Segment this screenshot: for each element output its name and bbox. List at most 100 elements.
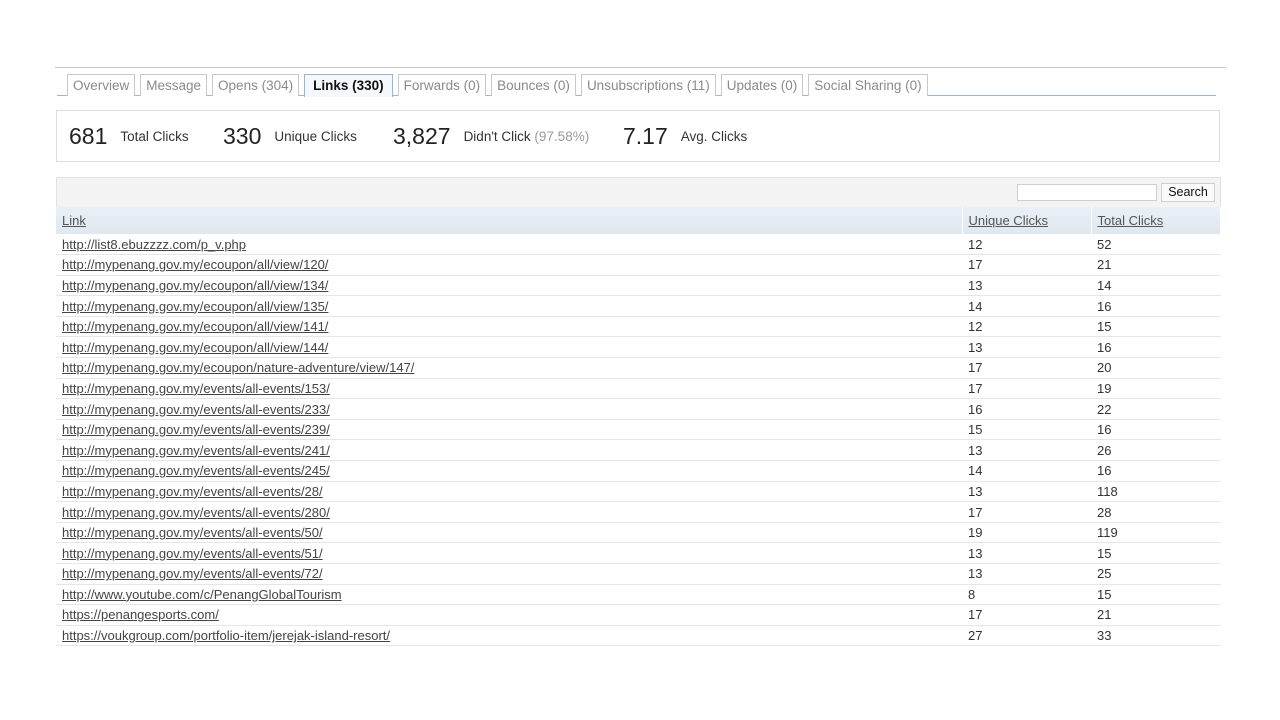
table-row: http://mypenang.gov.my/events/all-events… [56, 440, 1221, 461]
unique-clicks-cell: 17 [968, 380, 983, 396]
unique-clicks-cell: 17 [968, 257, 983, 273]
column-header-unique-clicks[interactable]: Unique Clicks [962, 207, 1092, 234]
table-row: http://mypenang.gov.my/events/all-events… [56, 461, 1221, 482]
link-url[interactable]: http://mypenang.gov.my/events/all-events… [62, 566, 323, 581]
table-row: http://mypenang.gov.my/events/all-events… [56, 502, 1221, 523]
table-row: http://mypenang.gov.my/events/all-events… [56, 378, 1221, 399]
unique-clicks-cell: 17 [968, 504, 983, 520]
sort-link-column[interactable]: Link [62, 213, 86, 228]
link-url[interactable]: http://mypenang.gov.my/ecoupon/all/view/… [62, 299, 328, 314]
link-cell: http://mypenang.gov.my/ecoupon/all/view/… [56, 255, 962, 276]
column-header-total-clicks[interactable]: Total Clicks [1091, 207, 1221, 234]
link-cell: http://mypenang.gov.my/events/all-events… [56, 399, 962, 420]
stat-value: 7.17 [623, 122, 668, 149]
link-url[interactable]: https://penangesports.com/ [62, 607, 219, 622]
link-url[interactable]: https://voukgroup.com/portfolio-item/jer… [62, 628, 390, 643]
unique-clicks-cell: 13 [968, 566, 983, 582]
total-clicks-cell: 21 [1097, 257, 1112, 273]
stat-percent: (97.58%) [534, 128, 590, 144]
unique-clicks-cell: 13 [968, 483, 983, 499]
unique-clicks-cell: 19 [968, 525, 983, 541]
table-row: http://www.youtube.com/c/PenangGlobalTou… [56, 584, 1221, 605]
unique-clicks-cell: 17 [968, 607, 983, 623]
link-url[interactable]: http://mypenang.gov.my/events/all-events… [62, 546, 323, 561]
column-header-link[interactable]: Link [56, 207, 963, 234]
link-url[interactable]: http://mypenang.gov.my/events/all-events… [62, 484, 323, 499]
table-row: http://mypenang.gov.my/ecoupon/nature-ad… [56, 358, 1221, 379]
link-url[interactable]: http://mypenang.gov.my/ecoupon/all/view/… [62, 257, 328, 272]
search-button[interactable]: Search [1161, 183, 1215, 202]
stat-label: Unique Clicks [274, 128, 357, 144]
link-url[interactable]: http://mypenang.gov.my/ecoupon/nature-ad… [62, 360, 414, 375]
stat-total-clicks: 681 Total Clicks [69, 111, 189, 161]
sort-unique-clicks[interactable]: Unique Clicks [969, 213, 1048, 228]
link-cell: http://mypenang.gov.my/events/all-events… [56, 564, 962, 585]
table-row: http://mypenang.gov.my/ecoupon/all/view/… [56, 296, 1221, 317]
unique-clicks-cell: 27 [968, 628, 983, 644]
link-cell: http://mypenang.gov.my/ecoupon/all/view/… [56, 296, 962, 317]
table-row: http://mypenang.gov.my/ecoupon/all/view/… [56, 337, 1221, 358]
search-bar: Search [56, 177, 1221, 207]
link-url[interactable]: http://mypenang.gov.my/events/all-events… [62, 402, 330, 417]
total-clicks-cell: 26 [1097, 442, 1112, 458]
table-row: http://mypenang.gov.my/ecoupon/all/view/… [56, 255, 1221, 276]
tab-links[interactable]: Links (330) [304, 74, 393, 97]
stats-summary: 681 Total Clicks 330 Unique Clicks 3,827… [56, 110, 1220, 162]
sort-total-clicks[interactable]: Total Clicks [1098, 213, 1164, 228]
total-clicks-cell: 14 [1097, 277, 1112, 293]
table-row: http://mypenang.gov.my/events/all-events… [56, 543, 1221, 564]
table-row: https://voukgroup.com/portfolio-item/jer… [56, 625, 1221, 646]
link-cell: http://www.youtube.com/c/PenangGlobalTou… [56, 584, 962, 605]
tab-social-sharing[interactable]: Social Sharing (0) [808, 74, 928, 96]
top-divider [55, 67, 1226, 68]
total-clicks-cell: 16 [1097, 298, 1112, 314]
unique-clicks-cell: 13 [968, 442, 983, 458]
link-url[interactable]: http://www.youtube.com/c/PenangGlobalTou… [62, 587, 342, 602]
link-url[interactable]: http://mypenang.gov.my/events/all-events… [62, 463, 330, 478]
total-clicks-cell: 15 [1097, 319, 1112, 335]
tab-opens[interactable]: Opens (304) [212, 74, 300, 96]
links-table: Link Unique Clicks Total Clicks http://l… [56, 207, 1221, 646]
unique-clicks-cell: 14 [968, 298, 983, 314]
link-url[interactable]: http://list8.ebuzzzz.com/p_v.php [62, 237, 246, 252]
table-row: http://mypenang.gov.my/events/all-events… [56, 564, 1221, 585]
tab-forwards[interactable]: Forwards (0) [397, 74, 487, 96]
link-cell: http://mypenang.gov.my/events/all-events… [56, 481, 962, 502]
unique-clicks-cell: 12 [968, 319, 983, 335]
total-clicks-cell: 16 [1097, 339, 1112, 355]
stat-avg-clicks: 7.17 Avg. Clicks [623, 111, 747, 161]
link-url[interactable]: http://mypenang.gov.my/events/all-events… [62, 505, 330, 520]
link-url[interactable]: http://mypenang.gov.my/events/all-events… [62, 422, 330, 437]
total-clicks-cell: 33 [1097, 628, 1112, 644]
link-cell: http://mypenang.gov.my/events/all-events… [56, 378, 962, 399]
stat-label: Avg. Clicks [680, 128, 748, 144]
tab-bounces[interactable]: Bounces (0) [491, 74, 576, 96]
link-url[interactable]: http://mypenang.gov.my/ecoupon/all/view/… [62, 278, 328, 293]
table-row: http://mypenang.gov.my/events/all-events… [56, 399, 1221, 420]
tab-message[interactable]: Message [140, 74, 208, 96]
unique-clicks-cell: 12 [968, 236, 983, 252]
link-url[interactable]: http://mypenang.gov.my/ecoupon/all/view/… [62, 319, 328, 334]
unique-clicks-cell: 14 [968, 463, 983, 479]
total-clicks-cell: 28 [1097, 504, 1112, 520]
link-cell: http://mypenang.gov.my/events/all-events… [56, 461, 962, 482]
link-url[interactable]: http://mypenang.gov.my/ecoupon/all/view/… [62, 340, 328, 355]
table-row: http://mypenang.gov.my/events/all-events… [56, 419, 1221, 440]
tab-updates[interactable]: Updates (0) [720, 74, 804, 96]
unique-clicks-cell: 13 [968, 545, 983, 561]
link-cell: http://mypenang.gov.my/events/all-events… [56, 440, 962, 461]
link-url[interactable]: http://mypenang.gov.my/events/all-events… [62, 443, 330, 458]
unique-clicks-cell: 13 [968, 277, 983, 293]
tab-unsubscriptions[interactable]: Unsubscriptions (11) [580, 74, 716, 96]
search-input[interactable] [1017, 184, 1157, 201]
link-cell: http://mypenang.gov.my/events/all-events… [56, 502, 962, 523]
table-row: http://mypenang.gov.my/ecoupon/all/view/… [56, 316, 1221, 337]
tab-overview[interactable]: Overview [67, 74, 136, 96]
stat-value: 3,827 [393, 122, 451, 149]
total-clicks-cell: 15 [1097, 586, 1112, 602]
link-url[interactable]: http://mypenang.gov.my/events/all-events… [62, 381, 330, 396]
link-url[interactable]: http://mypenang.gov.my/events/all-events… [62, 525, 323, 540]
link-cell: https://voukgroup.com/portfolio-item/jer… [56, 625, 962, 646]
link-cell: http://mypenang.gov.my/ecoupon/all/view/… [56, 337, 962, 358]
total-clicks-cell: 15 [1097, 545, 1112, 561]
